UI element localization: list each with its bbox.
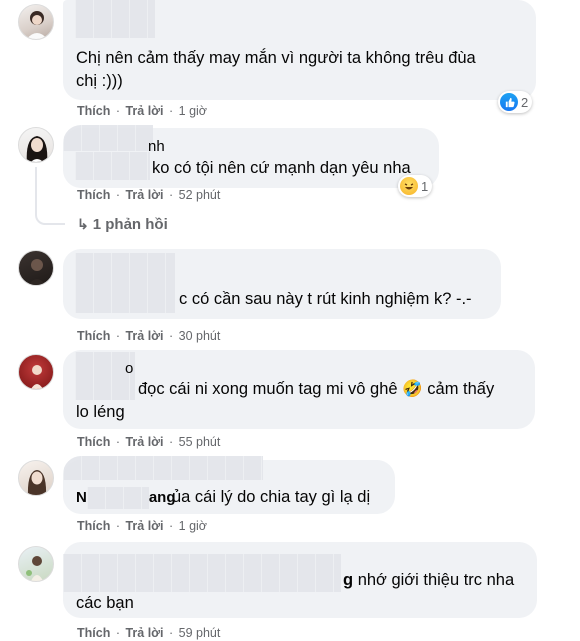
comment-bubble: g nhớ giới thiệu trc nha các bạn xyxy=(63,542,537,618)
reply-link[interactable]: Trả lời xyxy=(125,104,163,118)
avatar[interactable] xyxy=(18,250,54,286)
avatar[interactable] xyxy=(18,546,54,582)
like-link[interactable]: Thích xyxy=(77,188,110,202)
timestamp[interactable]: 30 phút xyxy=(179,329,221,343)
comment-text: lo léng xyxy=(76,403,125,421)
reaction-count[interactable]: 1 xyxy=(398,175,433,197)
thread-line xyxy=(35,167,65,225)
comment-text: g nhớ giới thiệu trc nha xyxy=(343,571,515,589)
reply-link[interactable]: Trả lời xyxy=(125,188,163,202)
view-replies-link[interactable]: ↳ 1 phản hồi xyxy=(77,216,168,233)
reaction-number: 1 xyxy=(421,178,429,194)
comment-actions: Thích · Trả lời · 30 phút xyxy=(77,329,221,343)
haha-icon xyxy=(400,177,418,195)
avatar[interactable] xyxy=(18,354,54,390)
reaction-count[interactable]: 2 xyxy=(498,91,533,113)
timestamp[interactable]: 55 phút xyxy=(179,435,221,449)
comment-item: Nang ủa cái lý do chia tay gì lạ dị Thíc… xyxy=(0,456,580,546)
redacted-name xyxy=(75,253,175,279)
comment-text: chị :))) xyxy=(76,72,123,90)
comment-text: ko có tội nên cứ mạnh dạn yêu nha xyxy=(152,159,411,177)
comment-actions: Thích · Trả lời · 55 phút xyxy=(77,435,221,449)
comment-text: c có cần sau này t rút kinh nghiệm k? -.… xyxy=(179,290,472,308)
avatar[interactable] xyxy=(18,460,54,496)
comment-item: o đọc cái ni xong muốn tag mi vô ghê 🤣 c… xyxy=(0,350,580,450)
comment-bubble: c có cần sau này t rút kinh nghiệm k? -.… xyxy=(63,249,501,319)
reply-link[interactable]: Trả lời xyxy=(125,626,163,640)
redacted-name xyxy=(63,125,153,151)
like-link[interactable]: Thích xyxy=(77,435,110,449)
comment-actions: Thích · Trả lời · 1 giờ xyxy=(77,519,207,533)
reply-link[interactable]: Trả lời xyxy=(125,519,163,533)
comment-bubble: nh ko có tội nên cứ mạnh dạn yêu nha xyxy=(63,125,439,188)
commenter-name[interactable]: Nang xyxy=(76,486,176,510)
redacted-name xyxy=(75,374,135,400)
redacted-name xyxy=(75,152,150,180)
comment-text: đọc cái ni xong muốn tag mi vô ghê 🤣 cảm… xyxy=(138,380,495,398)
comment-item: g nhớ giới thiệu trc nha các bạn Thích ·… xyxy=(0,541,580,641)
comment-item: Chị nên cảm thấy may mắn vì người ta khô… xyxy=(0,0,580,125)
comment-item: nh ko có tội nên cứ mạnh dạn yêu nha 1 T… xyxy=(0,125,580,240)
comment-actions: Thích · Trả lời · 52 phút xyxy=(77,188,221,202)
avatar[interactable] xyxy=(18,4,54,40)
timestamp[interactable]: 52 phút xyxy=(179,188,221,202)
like-icon xyxy=(500,93,518,111)
comment-item: c có cần sau này t rút kinh nghiệm k? -.… xyxy=(0,244,580,344)
comment-actions: Thích · Trả lời · 59 phút xyxy=(77,626,221,640)
like-link[interactable]: Thích xyxy=(77,626,110,640)
avatar[interactable] xyxy=(18,127,54,163)
reply-arrow-icon: ↳ xyxy=(77,216,89,232)
commenter-name[interactable]: nh xyxy=(148,138,165,155)
comment-bubble: o đọc cái ni xong muốn tag mi vô ghê 🤣 c… xyxy=(63,350,535,429)
comment-text: các bạn xyxy=(76,594,134,612)
redacted-name xyxy=(86,487,149,510)
comment-text: ủa cái lý do chia tay gì lạ dị xyxy=(172,488,371,506)
like-link[interactable]: Thích xyxy=(77,104,110,118)
comment-bubble: Nang ủa cái lý do chia tay gì lạ dị xyxy=(63,456,395,514)
reaction-number: 2 xyxy=(521,94,529,110)
redacted-name xyxy=(63,554,341,592)
like-link[interactable]: Thích xyxy=(77,519,110,533)
like-link[interactable]: Thích xyxy=(77,329,110,343)
timestamp[interactable]: 59 phút xyxy=(179,626,221,640)
timestamp[interactable]: 1 giờ xyxy=(179,104,207,118)
comment-bubble: Chị nên cảm thấy may mắn vì người ta khô… xyxy=(63,0,536,100)
redacted-name xyxy=(63,456,263,480)
timestamp[interactable]: 1 giờ xyxy=(179,519,207,533)
comment-actions: Thích · Trả lời · 1 giờ xyxy=(77,104,207,118)
reply-link[interactable]: Trả lời xyxy=(125,435,163,449)
comment-text: Chị nên cảm thấy may mắn vì người ta khô… xyxy=(76,49,476,67)
reply-link[interactable]: Trả lời xyxy=(125,329,163,343)
redacted-name xyxy=(75,0,155,38)
redacted-name xyxy=(75,279,175,313)
